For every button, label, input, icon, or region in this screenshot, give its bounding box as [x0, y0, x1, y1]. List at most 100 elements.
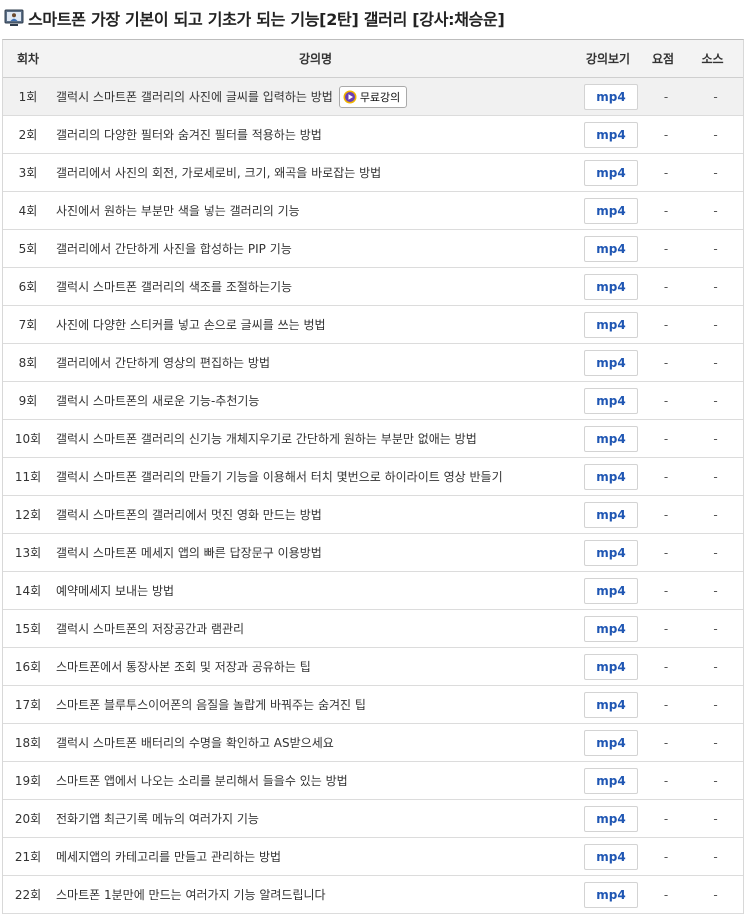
mp4-button[interactable]: mp4 [584, 197, 638, 224]
table-row: 16회 스마트폰에서 통장사본 조회 및 저장과 공유하는 팁 mp4 - - [3, 648, 743, 686]
lecture-title-cell: 갤럭시 스마트폰의 새로운 기능-추천기능 [53, 392, 581, 409]
summary-cell: - [663, 659, 669, 674]
view-cell: mp4 [581, 273, 641, 300]
summary-cell: - [663, 165, 669, 180]
summary-cell: - [663, 431, 669, 446]
page-header: 스마트폰 가장 기본이 되고 기초가 되는 기능[2탄] 갤러리 [강사:채승운… [0, 0, 744, 36]
free-lecture-button[interactable]: 무료강의 [338, 85, 408, 108]
mp4-button[interactable]: mp4 [584, 577, 638, 604]
view-cell: mp4 [581, 615, 641, 642]
table-row: 12회 갤럭시 스마트폰의 갤러리에서 멋진 영화 만드는 방법 mp4 - - [3, 496, 743, 534]
lecture-number: 17회 [14, 698, 42, 712]
lecture-title: 스마트폰 블루투스이어폰의 음질을 놀랍게 바꿔주는 숨겨진 팁 [56, 698, 366, 712]
mp4-button[interactable]: mp4 [584, 235, 638, 262]
lecture-title-cell: 갤럭시 스마트폰의 저장공간과 램관리 [53, 620, 581, 637]
lecture-title-cell: 스마트폰 앱에서 나오는 소리를 분리해서 들을수 있는 방법 [53, 772, 581, 789]
lecture-number: 6회 [18, 280, 38, 294]
mp4-button[interactable]: mp4 [584, 83, 638, 110]
mp4-button[interactable]: mp4 [584, 615, 638, 642]
table-row: 9회 갤럭시 스마트폰의 새로운 기능-추천기능 mp4 - - [3, 382, 743, 420]
view-cell: mp4 [581, 159, 641, 186]
table-row: 19회 스마트폰 앱에서 나오는 소리를 분리해서 들을수 있는 방법 mp4 - - [3, 762, 743, 800]
mp4-button[interactable]: mp4 [584, 349, 638, 376]
table-row: 15회 갤럭시 스마트폰의 저장공간과 램관리 mp4 - - [3, 610, 743, 648]
source-cell: - [713, 735, 718, 750]
summary-cell: - [663, 469, 669, 484]
source-cell: - [713, 279, 718, 294]
view-cell: mp4 [581, 387, 641, 414]
lecture-title: 사진에 다양한 스티커를 넣고 손으로 글씨를 쓰는 벙법 [56, 318, 326, 332]
mp4-button[interactable]: mp4 [584, 881, 638, 908]
lecture-number: 4회 [18, 204, 38, 218]
summary-cell: - [663, 127, 669, 142]
lecture-title: 스마트폰 앱에서 나오는 소리를 분리해서 들을수 있는 방법 [56, 774, 348, 788]
view-cell: mp4 [581, 235, 641, 262]
source-cell: - [713, 431, 718, 446]
source-cell: - [713, 697, 718, 712]
lecture-title: 갤럭시 스마트폰 배터리의 수명을 확인하고 AS받으세요 [56, 736, 334, 750]
mp4-button[interactable]: mp4 [584, 729, 638, 756]
view-cell: mp4 [581, 501, 641, 528]
lecture-title-cell: 갤러리에서 간단하게 사진을 합성하는 PIP 기능 [53, 240, 581, 257]
lecture-title: 메세지앱의 카테고리를 만들고 관리하는 방법 [56, 850, 282, 864]
mp4-button[interactable]: mp4 [584, 501, 638, 528]
lecture-number: 13회 [14, 546, 42, 560]
mp4-button[interactable]: mp4 [584, 311, 638, 338]
table-row: 11회 갤럭시 스마트폰 갤러리의 만들기 기능을 이용해서 터치 몇번으로 하이… [3, 458, 743, 496]
source-cell: - [713, 849, 718, 864]
view-cell: mp4 [581, 881, 641, 908]
view-cell: mp4 [581, 653, 641, 680]
lecture-number: 20회 [14, 812, 42, 826]
summary-cell: - [663, 697, 669, 712]
mp4-button[interactable]: mp4 [584, 691, 638, 718]
summary-cell: - [663, 811, 669, 826]
source-cell: - [713, 355, 718, 370]
summary-cell: - [663, 773, 669, 788]
mp4-button[interactable]: mp4 [584, 843, 638, 870]
mp4-button[interactable]: mp4 [584, 805, 638, 832]
table-row: 21회 메세지앱의 카테고리를 만들고 관리하는 방법 mp4 - - [3, 838, 743, 876]
source-cell: - [713, 317, 718, 332]
lecture-title: 갤럭시 스마트폰 갤러리의 신기능 개체지우기로 간단하게 원하는 부분만 없애… [56, 432, 477, 446]
lecture-title: 갤럭시 스마트폰의 새로운 기능-추천기능 [56, 394, 260, 408]
mp4-button[interactable]: mp4 [584, 653, 638, 680]
header-view: 강의보기 [585, 52, 631, 66]
page-title: 스마트폰 가장 기본이 되고 기초가 되는 기능[2탄] 갤러리 [강사:채승운… [28, 10, 505, 29]
lecture-title-cell: 전화기앱 최근기록 메뉴의 여러가지 기능 [53, 810, 581, 827]
lecture-number: 8회 [18, 356, 38, 370]
mp4-button[interactable]: mp4 [584, 159, 638, 186]
mp4-button[interactable]: mp4 [584, 273, 638, 300]
source-cell: - [713, 393, 718, 408]
mp4-button[interactable]: mp4 [584, 767, 638, 794]
lecture-number: 2회 [18, 128, 38, 142]
lecture-title-cell: 갤러리의 다양한 필터와 숨겨진 필터를 적용하는 방법 [53, 126, 581, 143]
lecture-title-cell: 스마트폰 1분만에 만드는 여러가지 기능 알려드립니다 [53, 886, 581, 903]
lecture-title-cell: 갤럭시 스마트폰 갤러리의 만들기 기능을 이용해서 터치 몇번으로 하이라이트… [53, 468, 581, 485]
mp4-button[interactable]: mp4 [584, 387, 638, 414]
mp4-button[interactable]: mp4 [584, 463, 638, 490]
lecture-title: 스마트폰에서 통장사본 조회 및 저장과 공유하는 팁 [56, 660, 311, 674]
view-cell: mp4 [581, 121, 641, 148]
view-cell: mp4 [581, 425, 641, 452]
view-cell: mp4 [581, 349, 641, 376]
source-cell: - [713, 89, 718, 104]
lecture-title: 사진에서 원하는 부분만 색을 넣는 갤러리의 기능 [56, 204, 300, 218]
source-cell: - [713, 241, 718, 256]
lecture-number: 22회 [14, 888, 42, 902]
summary-cell: - [663, 317, 669, 332]
lecture-title: 갤러리에서 사진의 회전, 가로세로비, 크기, 왜곡을 바로잡는 방법 [56, 166, 382, 180]
summary-cell: - [663, 621, 669, 636]
table-row: 14회 예약메세지 보내는 방법 mp4 - - [3, 572, 743, 610]
lecture-number: 1회 [18, 90, 38, 104]
lecture-title-cell: 갤럭시 스마트폰 갤러리의 색조를 조절하는기능 [53, 278, 581, 295]
table-row: 6회 갤럭시 스마트폰 갤러리의 색조를 조절하는기능 mp4 - - [3, 268, 743, 306]
lecture-number: 11회 [14, 470, 42, 484]
mp4-button[interactable]: mp4 [584, 425, 638, 452]
mp4-button[interactable]: mp4 [584, 539, 638, 566]
lecture-title: 갤럭시 스마트폰 메세지 앱의 빠른 답장문구 이용방법 [56, 546, 322, 560]
mp4-button[interactable]: mp4 [584, 121, 638, 148]
lecture-title: 스마트폰 1분만에 만드는 여러가지 기능 알려드립니다 [56, 888, 326, 902]
table-row: 18회 갤럭시 스마트폰 배터리의 수명을 확인하고 AS받으세요 mp4 - - [3, 724, 743, 762]
header-source: 소스 [701, 52, 724, 66]
view-cell: mp4 [581, 691, 641, 718]
